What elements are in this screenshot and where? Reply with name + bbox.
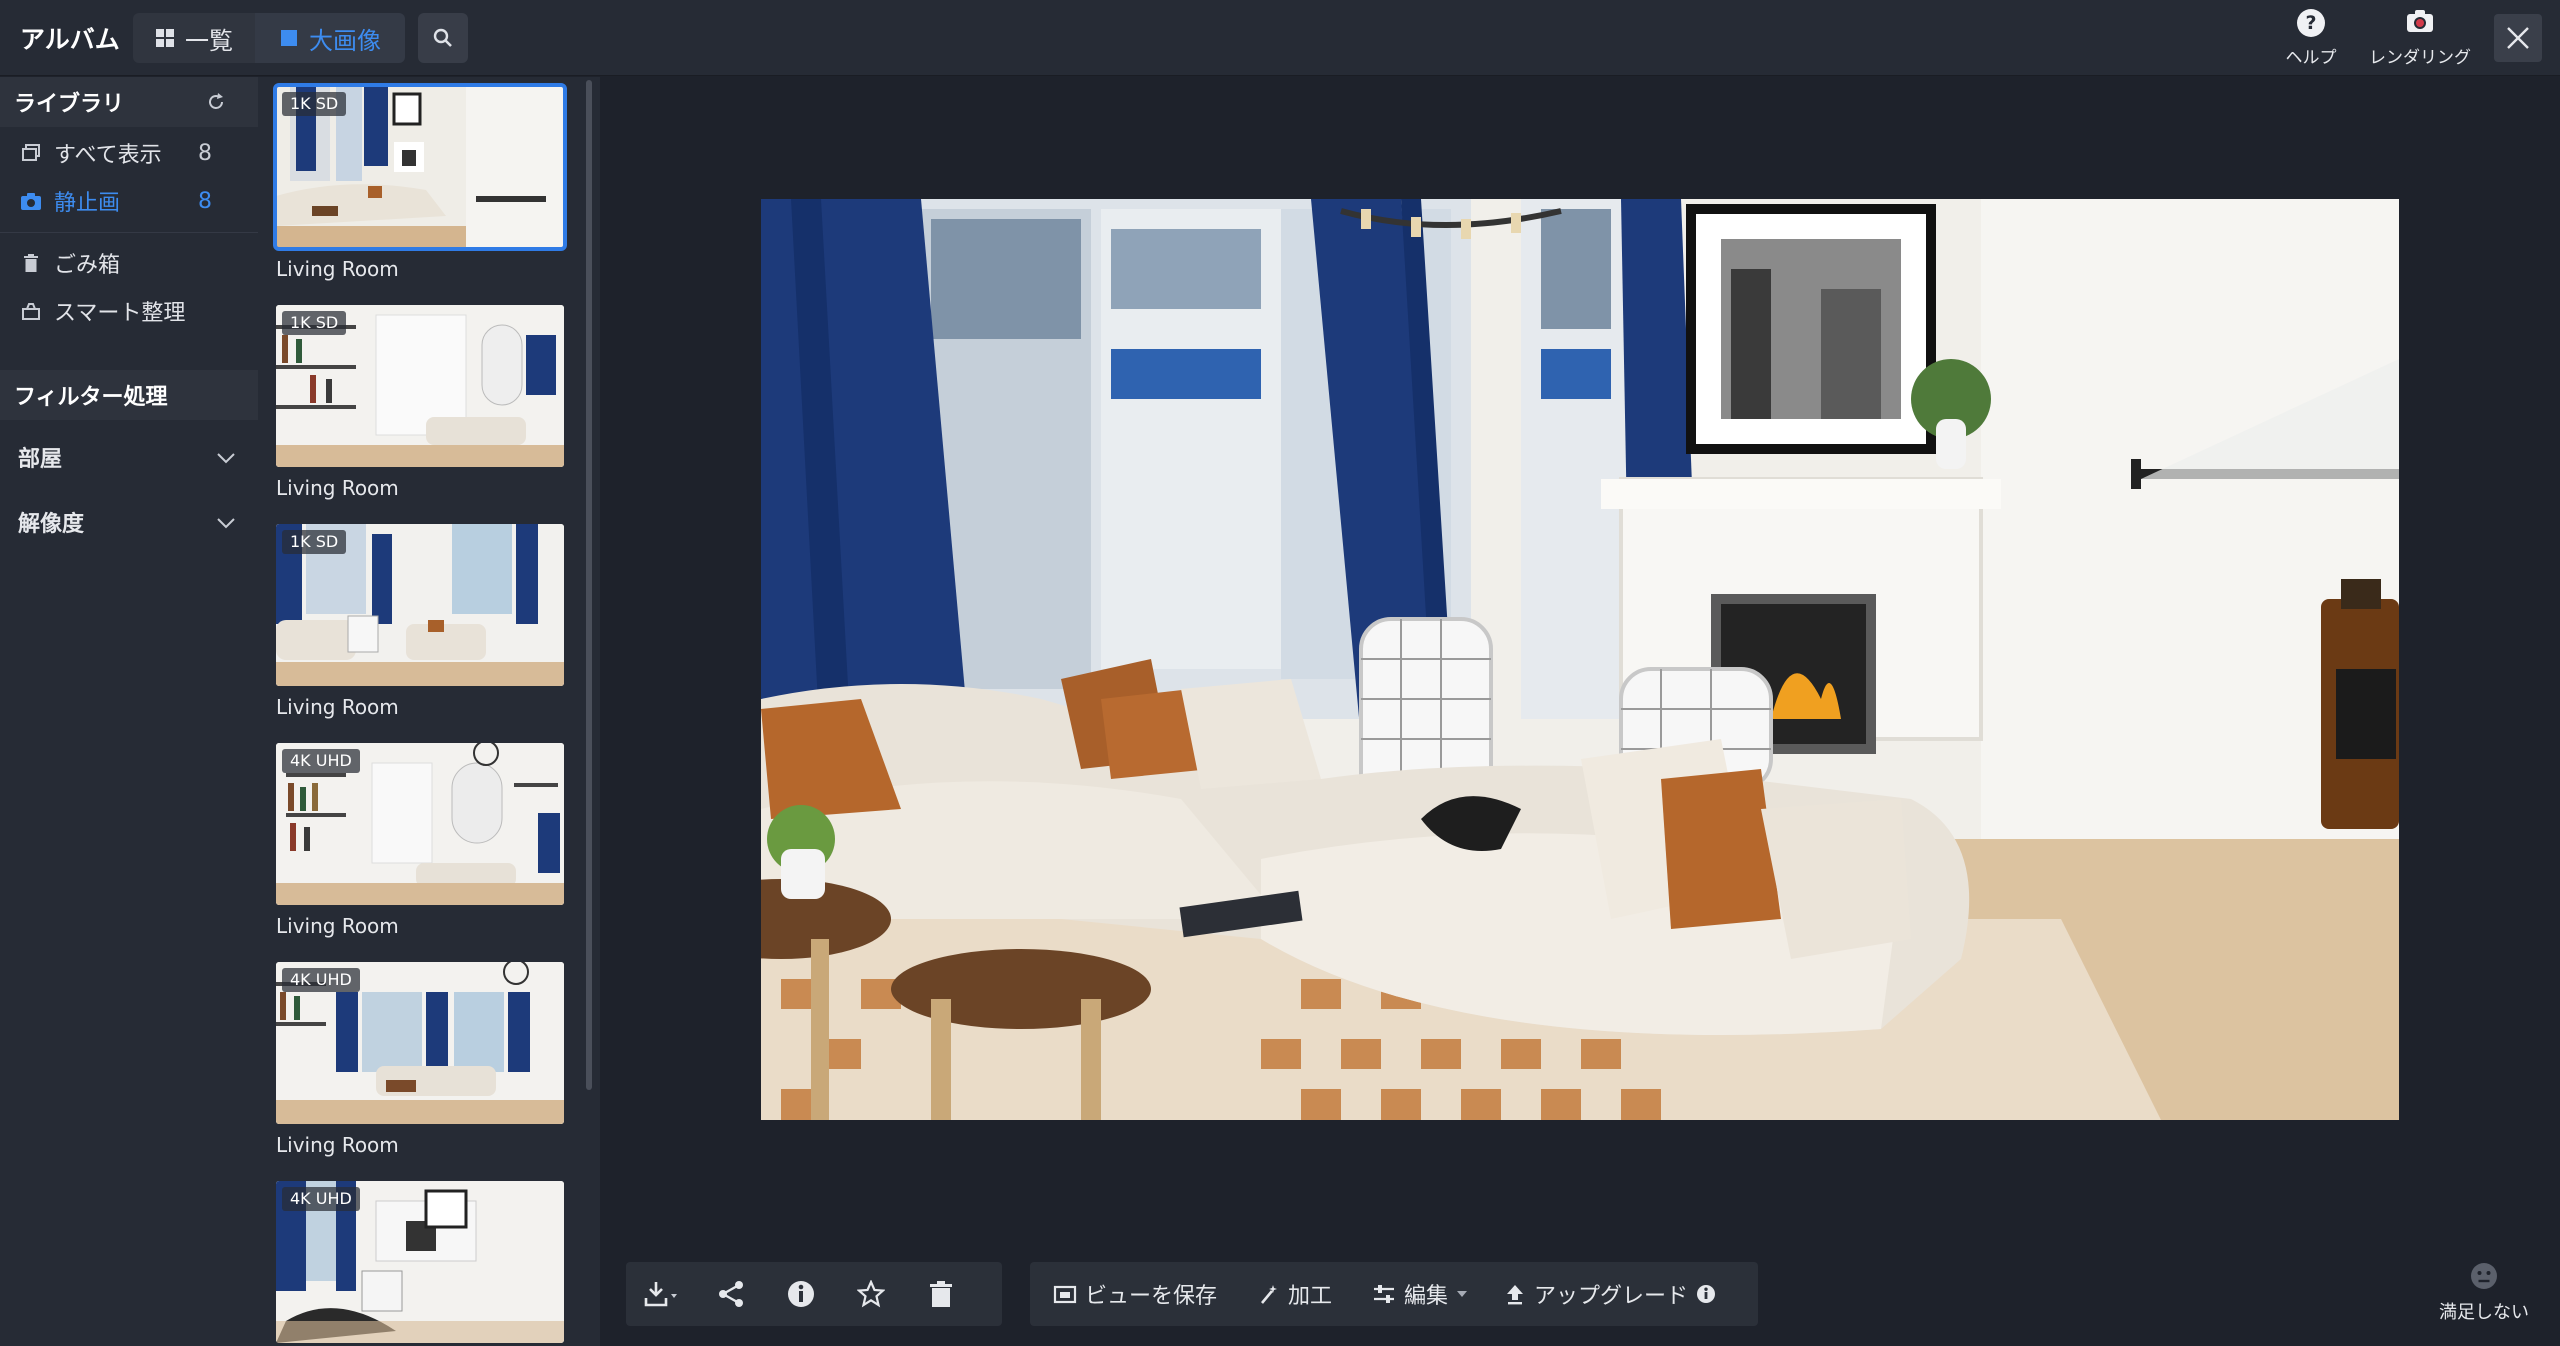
svg-text:?: ? xyxy=(2305,12,2316,34)
filter-heading: フィルター処理 xyxy=(0,370,258,420)
close-icon xyxy=(2507,27,2529,49)
thumbnail[interactable]: 4K UHD xyxy=(276,962,564,1124)
process-button[interactable]: 加工 xyxy=(1240,1262,1350,1326)
info-icon xyxy=(788,1281,814,1307)
save-view-label: ビューを保存 xyxy=(1084,1284,1217,1309)
sidebar-item-label: スマート整理 xyxy=(54,301,186,326)
top-bar: アルバム 一覧 大画像 ? ヘルプ レンダリング xyxy=(0,0,2560,76)
save-view-icon xyxy=(1053,1285,1077,1304)
edit-label: 編集 xyxy=(1403,1284,1448,1309)
view-large-label: 大画像 xyxy=(309,26,381,55)
info-button[interactable] xyxy=(766,1262,836,1326)
search-icon xyxy=(433,28,452,47)
sliders-icon xyxy=(1373,1285,1394,1303)
thumbnail[interactable]: 4K UHD xyxy=(276,743,564,905)
caret-down-icon xyxy=(1457,1291,1467,1297)
process-label: 加工 xyxy=(1287,1284,1332,1309)
save-view-button[interactable]: ビューを保存 xyxy=(1030,1262,1240,1326)
thumbnail-list: 1K SD Living Room 1K SD 1K SD Living Roo… xyxy=(258,77,600,1346)
trash-icon xyxy=(20,252,42,274)
living-room-render xyxy=(761,199,2399,1120)
grid-icon xyxy=(156,29,174,47)
main-image xyxy=(761,199,2399,1120)
sidebar-item-label: 静止画 xyxy=(54,191,121,216)
upgrade-button[interactable]: アップグレード xyxy=(1490,1262,1730,1326)
filter-room[interactable]: 部屋 xyxy=(0,432,258,482)
favorite-button[interactable] xyxy=(836,1262,906,1326)
thumbnail-label: Living Room xyxy=(276,257,399,281)
info-icon[interactable] xyxy=(1696,1284,1716,1304)
share-icon xyxy=(719,1281,743,1307)
close-button[interactable] xyxy=(2494,14,2542,62)
resolution-badge: 4K UHD xyxy=(282,749,360,773)
resolution-badge: 1K SD xyxy=(282,92,347,116)
thumbnail-label: Living Room xyxy=(276,476,399,500)
download-icon xyxy=(644,1282,677,1307)
help-label: ヘルプ xyxy=(2285,48,2337,68)
feedback-label: 満足しない xyxy=(2439,1302,2529,1323)
download-button[interactable] xyxy=(626,1262,696,1326)
thumbnail[interactable]: 1K SD xyxy=(273,83,567,251)
sidebar-item-stills[interactable]: 静止画 8 xyxy=(0,179,258,223)
resolution-badge: 1K SD xyxy=(282,311,347,335)
sidebar-divider xyxy=(0,232,258,233)
thumbnail[interactable]: 1K SD xyxy=(276,524,564,686)
magic-wand-icon xyxy=(1260,1285,1277,1304)
image-tools xyxy=(626,1262,1002,1326)
chevron-down-icon xyxy=(217,453,235,464)
render-button[interactable]: レンダリング xyxy=(2360,8,2480,68)
sidebar-item-all[interactable]: すべて表示 8 xyxy=(0,131,258,175)
search-button[interactable] xyxy=(418,13,468,63)
sidebar-item-smart-organize[interactable]: スマート整理 xyxy=(0,289,258,333)
thumbnail-label: Living Room xyxy=(276,695,399,719)
star-icon xyxy=(857,1280,885,1308)
image-actions: ビューを保存 加工 編集 アップグレード xyxy=(1030,1262,1758,1326)
help-button[interactable]: ? ヘルプ xyxy=(2278,8,2344,68)
thumbnail-label: Living Room xyxy=(276,914,399,938)
sidebar-item-count: 8 xyxy=(198,188,212,214)
gallery-icon xyxy=(20,142,42,164)
view-list-label: 一覧 xyxy=(185,26,233,55)
delete-button[interactable] xyxy=(906,1262,976,1326)
render-label: レンダリング xyxy=(2369,48,2471,68)
trash-icon xyxy=(930,1281,952,1307)
edit-button[interactable]: 編集 xyxy=(1350,1262,1490,1326)
large-image-icon xyxy=(281,30,297,46)
camera-icon xyxy=(20,190,42,212)
refresh-icon[interactable] xyxy=(206,92,226,112)
upload-arrow-icon xyxy=(1506,1285,1523,1305)
camera-icon xyxy=(2407,10,2433,32)
thumbnail[interactable]: 4K UHD xyxy=(276,1181,564,1343)
filter-resolution[interactable]: 解像度 xyxy=(0,497,258,547)
sidebar-item-label: ごみ箱 xyxy=(54,253,121,278)
sidebar-item-count: 8 xyxy=(198,140,212,166)
chevron-down-icon xyxy=(217,518,235,529)
upgrade-label: アップグレード xyxy=(1533,1284,1688,1309)
unhappy-face-icon xyxy=(2471,1263,2497,1289)
image-viewer xyxy=(600,77,2560,1346)
view-large-button[interactable]: 大画像 xyxy=(255,13,405,63)
thumbnail-label: Living Room xyxy=(276,1133,399,1157)
view-list-button[interactable]: 一覧 xyxy=(133,13,255,63)
thumbnail-scrollbar[interactable] xyxy=(586,80,592,1090)
feedback-button[interactable]: 満足しない xyxy=(2434,1262,2534,1324)
thumbnail[interactable]: 1K SD xyxy=(276,305,564,467)
help-icon: ? xyxy=(2297,9,2325,37)
library-heading: ライブラリ xyxy=(0,77,258,127)
sidebar: ライブラリ すべて表示 8 静止画 8 ごみ箱 スマート整理 フィルター処理 部 xyxy=(0,77,258,1346)
sidebar-item-label: すべて表示 xyxy=(54,143,162,168)
organize-icon xyxy=(20,300,42,322)
sidebar-item-trash[interactable]: ごみ箱 xyxy=(0,241,258,285)
app-title: アルバム xyxy=(20,25,120,54)
resolution-badge: 4K UHD xyxy=(282,968,360,992)
resolution-badge: 4K UHD xyxy=(282,1187,360,1211)
share-button[interactable] xyxy=(696,1262,766,1326)
resolution-badge: 1K SD xyxy=(282,530,347,554)
